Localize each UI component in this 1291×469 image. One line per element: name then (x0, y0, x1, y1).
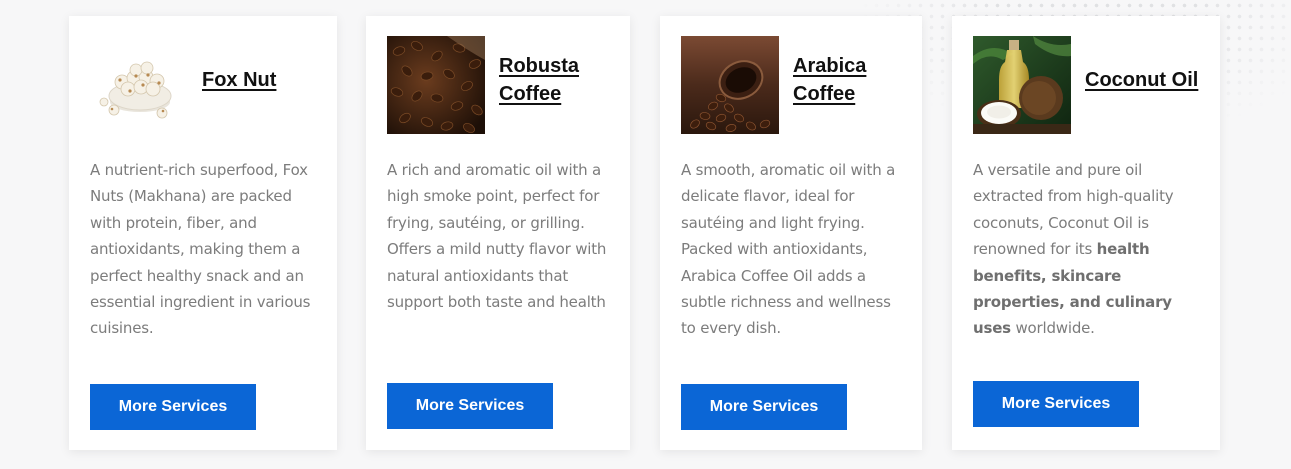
fox-nut-image (90, 36, 188, 134)
services-section: Fox Nut A nutrient-rich superfood, Fox N… (0, 0, 1291, 469)
service-card-robusta-coffee: Robusta Coffee A rich and aromatic oil w… (366, 16, 630, 450)
service-card-coconut-oil: Coconut Oil A versatile and pure oil ext… (952, 16, 1220, 450)
service-title[interactable]: Fox Nut (202, 66, 276, 94)
arabica-coffee-image (681, 36, 779, 134)
service-title[interactable]: Arabica Coffee (793, 52, 866, 108)
service-card-arabica-coffee: Arabica Coffee A smooth, aromatic oil wi… (660, 16, 922, 450)
more-services-button[interactable]: More Services (973, 381, 1139, 427)
service-description: A smooth, aromatic oil with a delicate f… (681, 161, 896, 338)
description-text: worldwide. (1010, 319, 1095, 338)
robusta-coffee-beans-image (387, 36, 485, 134)
service-title-line[interactable]: Coffee (499, 80, 579, 108)
service-description: A rich and aromatic oil with a high smok… (387, 161, 607, 312)
service-title[interactable]: Robusta Coffee (499, 52, 579, 108)
service-title-line[interactable]: Coffee (793, 80, 866, 108)
service-card-fox-nut: Fox Nut A nutrient-rich superfood, Fox N… (69, 16, 337, 450)
robusta-coffee-image (387, 36, 485, 134)
fox-nut-bowl-image (90, 36, 188, 134)
more-services-button[interactable]: More Services (681, 384, 847, 430)
service-description: A nutrient-rich superfood, Fox Nuts (Mak… (90, 161, 311, 338)
service-title[interactable]: Coconut Oil (1085, 66, 1198, 94)
service-title-line[interactable]: Robusta (499, 52, 579, 80)
service-title-line[interactable]: Coconut Oil (1085, 66, 1198, 94)
more-services-button[interactable]: More Services (387, 383, 553, 429)
service-description: A versatile and pure oil extracted from … (973, 157, 1201, 342)
coconut-oil-image (973, 36, 1071, 134)
coconut-oil-bottle-image (973, 36, 1071, 134)
arabica-coffee-cup-image (681, 36, 779, 134)
more-services-button[interactable]: More Services (90, 384, 256, 430)
service-title-line[interactable]: Fox Nut (202, 66, 276, 94)
service-title-line[interactable]: Arabica (793, 52, 866, 80)
